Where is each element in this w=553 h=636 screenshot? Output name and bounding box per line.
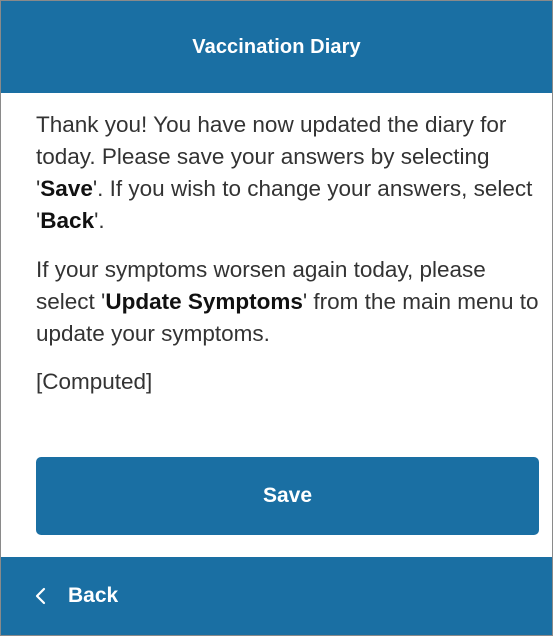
confirmation-text-2: '. If you wish to change your answers, s… [36,176,533,233]
confirmation-text-3: '. [94,208,105,233]
back-label: Back [68,584,119,607]
page-title: Vaccination Diary [192,35,361,58]
header-bar: Vaccination Diary [1,1,552,93]
confirmation-message: Thank you! You have now updated the diar… [36,109,546,237]
computed-field: [Computed] [36,369,153,394]
message-content: Thank you! You have now updated the diar… [36,109,546,398]
save-button[interactable]: Save [36,457,539,535]
save-keyword: Save [40,176,93,201]
chevron-left-icon [35,587,46,605]
update-symptoms-keyword: Update Symptoms [105,289,303,314]
back-keyword: Back [40,208,95,233]
back-button[interactable]: Back [35,557,118,635]
vaccination-diary-screen: Vaccination Diary Thank you! You have no… [0,0,553,636]
symptoms-instruction: If your symptoms worsen again today, ple… [36,254,546,350]
footer-bar: Back [1,557,552,635]
